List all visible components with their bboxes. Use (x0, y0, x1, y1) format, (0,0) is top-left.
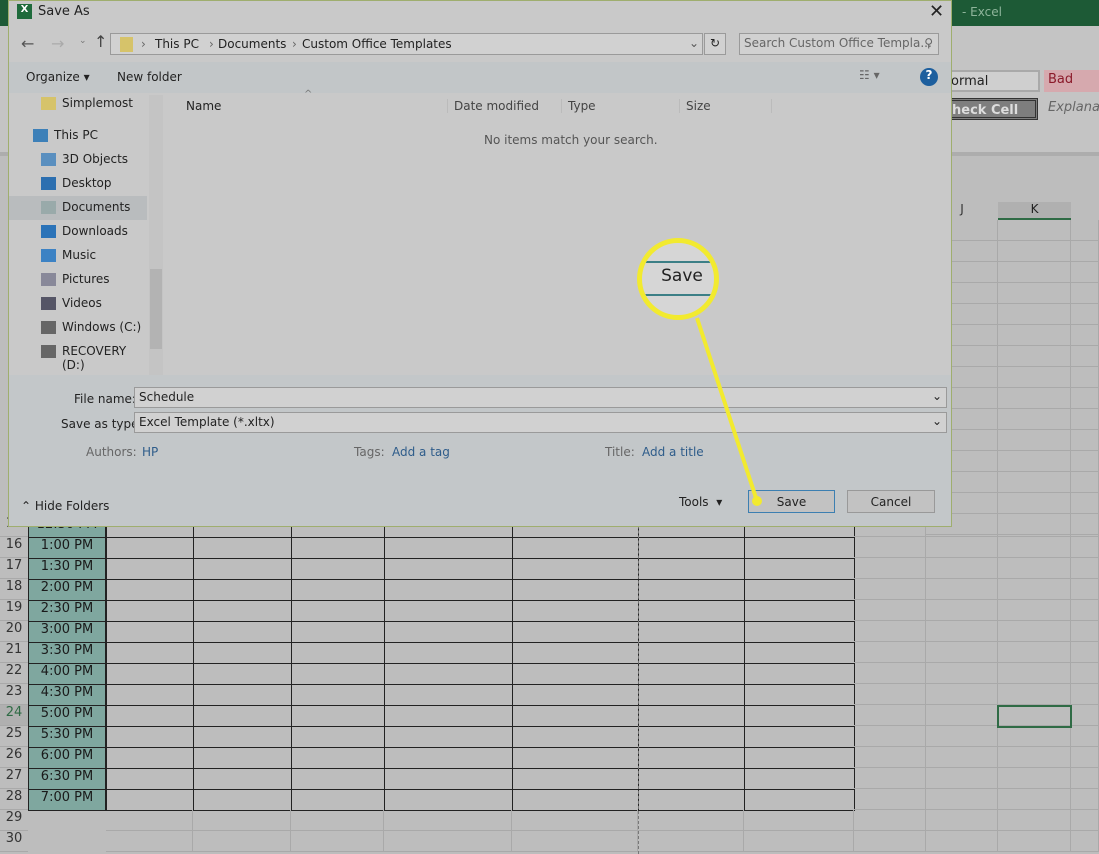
callout-pointer (695, 317, 762, 506)
